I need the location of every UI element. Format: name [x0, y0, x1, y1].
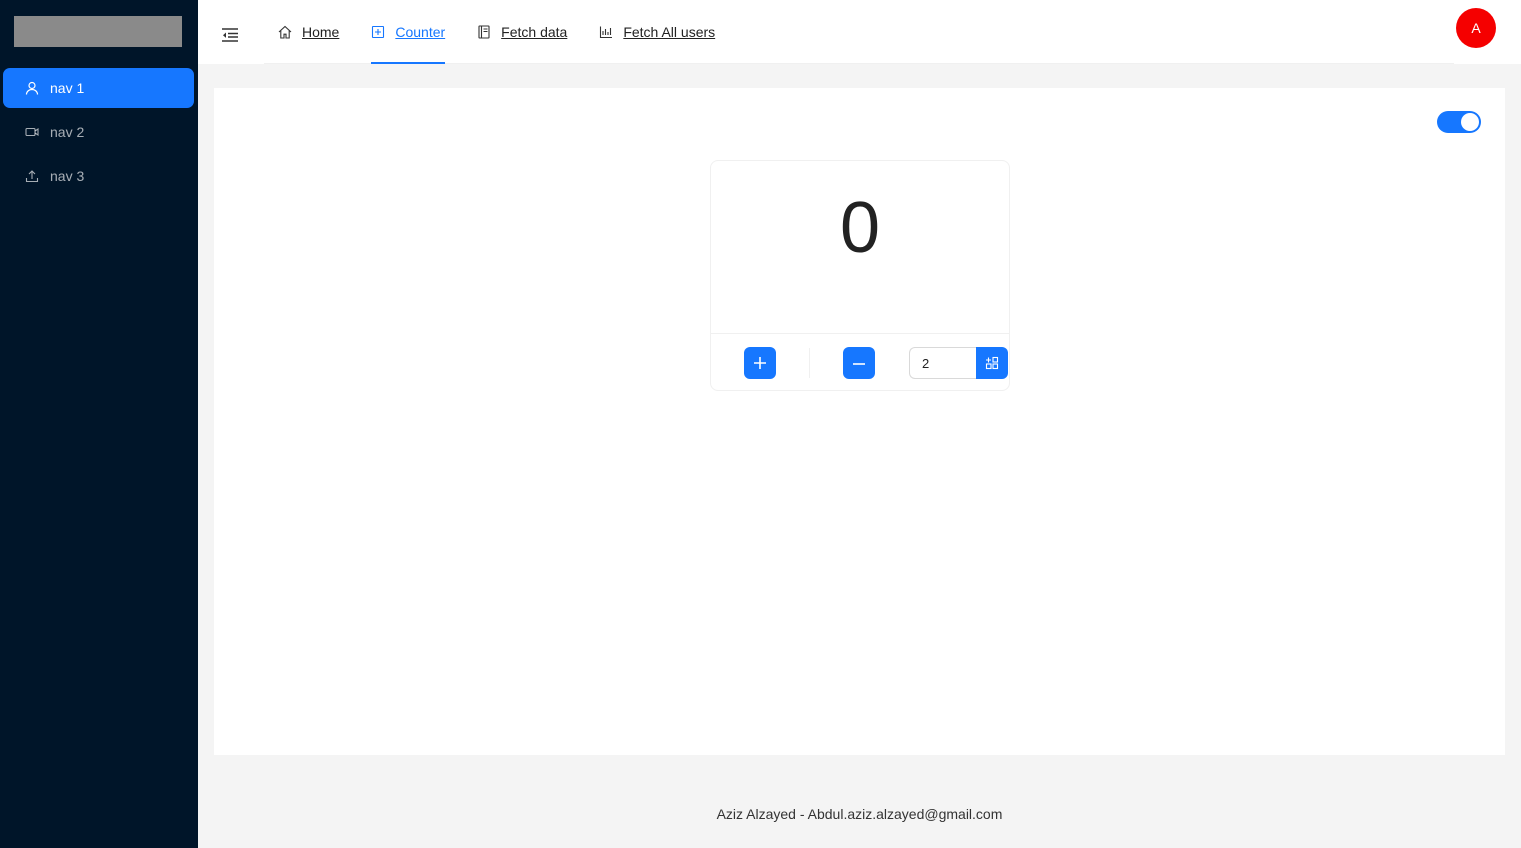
main-content: 0: [214, 88, 1505, 755]
nav-counter-label: Counter: [395, 24, 446, 40]
home-icon: [278, 25, 292, 39]
decrement-button[interactable]: [843, 347, 875, 379]
logo: [14, 16, 182, 47]
sidebar: nav 1 nav 2 nav 3: [0, 0, 198, 848]
increment-button[interactable]: [744, 347, 776, 379]
minus-icon: [853, 363, 865, 365]
add-amount-button[interactable]: [976, 347, 1008, 379]
sidebar-item-nav-1[interactable]: nav 1: [3, 68, 194, 108]
plus-icon: [754, 357, 766, 369]
nav-counter[interactable]: Counter: [371, 0, 445, 64]
plus-square-icon: [372, 25, 385, 39]
appstore-add-icon: [985, 356, 999, 370]
sidebar-item-label: nav 3: [50, 168, 85, 184]
book-icon: [478, 25, 490, 39]
counter-actions: [711, 333, 1009, 391]
counter-value: 0: [839, 188, 881, 268]
nav-fetch-data-label: Fetch data: [501, 24, 568, 40]
footer: Aziz Alzayed - Abdul.aziz.alzayed@gmail.…: [716, 806, 1003, 822]
sidebar-item-label: nav 2: [50, 124, 85, 140]
user-icon: [25, 81, 39, 95]
nav-home[interactable]: Home: [278, 0, 339, 64]
nav-fetch-all-users[interactable]: Fetch All users: [599, 0, 715, 64]
upload-icon: [25, 170, 39, 183]
theme-toggle[interactable]: [1437, 111, 1481, 133]
menu-fold-icon[interactable]: [220, 25, 240, 45]
sidebar-item-nav-2[interactable]: nav 2: [3, 112, 194, 152]
sidebar-item-nav-3[interactable]: nav 3: [3, 156, 194, 196]
video-camera-icon: [25, 127, 39, 137]
counter-card: 0: [710, 160, 1010, 391]
header: Home Counter Fetch data Fetch All users …: [198, 0, 1521, 64]
sidebar-item-label: nav 1: [50, 80, 85, 96]
top-nav: Home Counter Fetch data Fetch All users: [264, 0, 1454, 64]
avatar[interactable]: A: [1456, 8, 1496, 48]
action-divider: [809, 348, 810, 378]
nav-fetch-data[interactable]: Fetch data: [477, 0, 567, 64]
nav-fetch-all-users-label: Fetch All users: [623, 24, 716, 40]
toggle-knob: [1461, 113, 1479, 131]
nav-home-label: Home: [302, 24, 340, 40]
bar-chart-icon: [600, 26, 613, 39]
step-amount-input[interactable]: [909, 347, 977, 379]
